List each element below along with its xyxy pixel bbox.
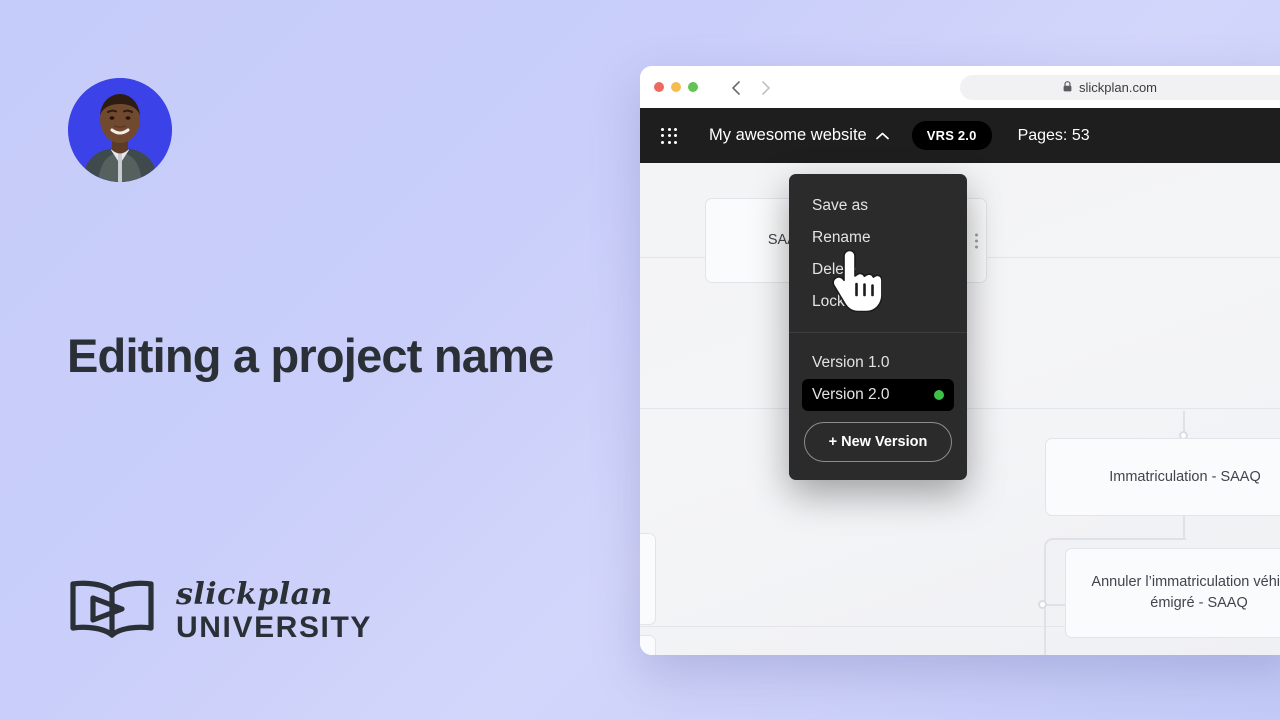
lock-icon	[1063, 79, 1072, 97]
brand-script-name: slickplan	[176, 577, 333, 612]
brand-lockup: slickplan UNIVERSITY	[66, 578, 372, 645]
menu-item-save-as[interactable]: Save as	[789, 190, 967, 222]
avatar	[68, 78, 172, 182]
url-bar[interactable]: slickplan.com	[960, 75, 1280, 100]
connector-horizontal	[1044, 604, 1066, 606]
browser-nav[interactable]	[730, 81, 772, 95]
version-item-2-active[interactable]: Version 2.0	[802, 379, 954, 411]
sitemap-node-partial[interactable]	[640, 533, 656, 625]
minimize-window-button[interactable]	[671, 82, 681, 92]
version-label: Version 1.0	[812, 354, 890, 371]
project-options-dropdown[interactable]: Save as Rename Delete Lock Version 1.0 V…	[789, 174, 967, 480]
version-item-1[interactable]: Version 1.0	[802, 347, 954, 379]
chevron-up-icon[interactable]	[875, 126, 889, 145]
brand-university-word: UNIVERSITY	[176, 611, 373, 644]
menu-item-delete[interactable]: Delete	[789, 254, 967, 286]
version-badge[interactable]: VRS 2.0	[911, 121, 992, 150]
new-version-button[interactable]: + New Version	[804, 422, 952, 462]
sitemap-node-label: Annuler l’immatriculation véhicule émigr…	[1091, 574, 1280, 611]
sitemap-node-label: Immatriculation - SAAQ	[1109, 468, 1261, 485]
page-title: Editing a project name	[67, 329, 554, 382]
sitemap-node-immatriculation[interactable]: Immatriculation - SAAQ	[1045, 438, 1280, 516]
browser-chrome: slickplan.com	[640, 66, 1280, 108]
dropdown-versions-group: Version 1.0 Version 2.0 + New Version	[789, 333, 967, 480]
url-text: slickplan.com	[1078, 80, 1158, 95]
connector-vertical	[1183, 514, 1185, 540]
close-window-button[interactable]	[654, 82, 664, 92]
connector-joint	[1038, 600, 1047, 609]
open-book-play-icon	[66, 578, 158, 645]
window-traffic-lights[interactable]	[654, 82, 698, 92]
project-name-dropdown-trigger[interactable]: My awesome website	[709, 126, 889, 145]
sitemap-node-annuler[interactable]: Annuler l’immatriculation véhicule émigr…	[1065, 548, 1280, 638]
apps-grid-icon[interactable]	[661, 127, 677, 144]
dropdown-actions-group: Save as Rename Delete Lock	[789, 174, 967, 332]
brand-words: slickplan UNIVERSITY	[176, 580, 372, 643]
menu-item-lock[interactable]: Lock	[789, 286, 967, 318]
forward-chevron-icon[interactable]	[760, 81, 772, 95]
pages-count-label: Pages: 53	[1017, 126, 1090, 144]
back-chevron-icon[interactable]	[730, 81, 742, 95]
sitemap-node-partial[interactable]	[640, 635, 656, 655]
version-label: Version 2.0	[812, 386, 890, 403]
node-kebab-menu-icon[interactable]	[975, 233, 978, 248]
menu-item-rename[interactable]: Rename	[789, 222, 967, 254]
app-toolbar: My awesome website VRS 2.0 Pages: 53	[640, 108, 1280, 163]
left-intro-panel: Editing a project name slickplan UNIVERS…	[0, 0, 640, 720]
active-version-dot-icon	[934, 390, 944, 400]
project-name-label: My awesome website	[709, 126, 867, 144]
avatar-photo	[68, 78, 172, 182]
maximize-window-button[interactable]	[688, 82, 698, 92]
